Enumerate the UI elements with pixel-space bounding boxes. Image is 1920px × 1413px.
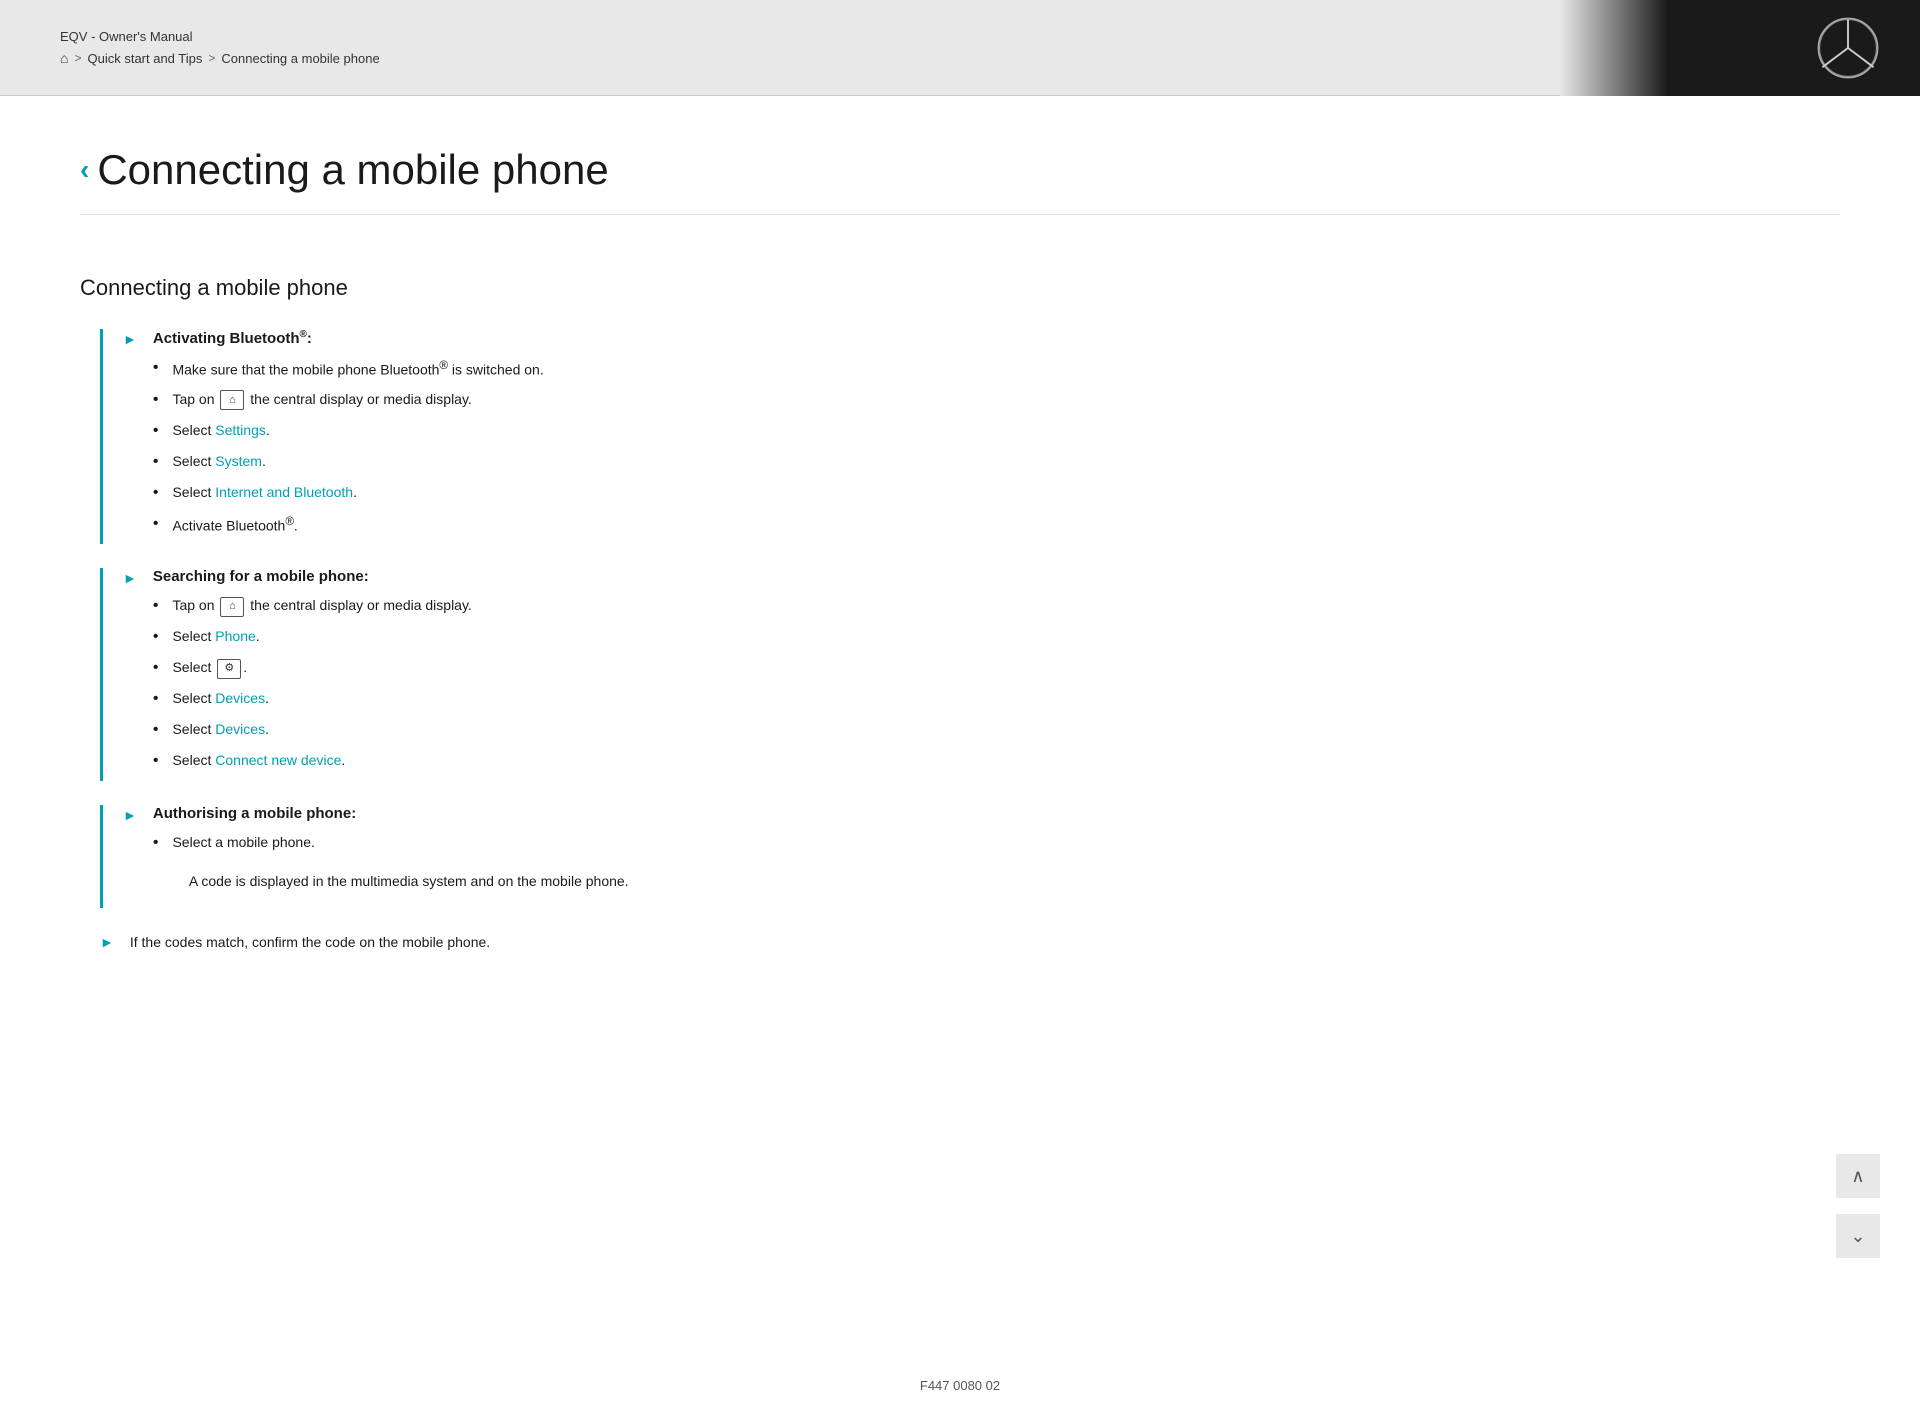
- bullet-text: Tap on ⌂ the central display or media di…: [172, 595, 471, 616]
- step1-container: ► Activating Bluetooth®: Make sure that …: [100, 329, 1840, 544]
- list-item: Select Phone.: [153, 626, 1840, 649]
- list-item: Select ⚙.: [153, 657, 1840, 680]
- page-title: Connecting a mobile phone: [97, 146, 608, 194]
- breadcrumb: ⌂ > Quick start and Tips > Connecting a …: [60, 50, 380, 66]
- step1-arrow: ►: [123, 331, 137, 347]
- list-item: Select Devices.: [153, 719, 1840, 742]
- main-content: ‹ Connecting a mobile phone Connecting a…: [0, 96, 1920, 1358]
- bullet-text: Tap on ⌂ the central display or media di…: [172, 389, 471, 410]
- step4-content: If the codes match, confirm the code on …: [130, 932, 1840, 953]
- step1-sup: ®: [300, 329, 307, 340]
- bullet-text: Select Phone.: [172, 626, 259, 647]
- section-heading: Connecting a mobile phone: [80, 275, 1840, 301]
- bullet-text: Select System.: [172, 451, 265, 472]
- breadcrumb-sep1: >: [74, 51, 81, 65]
- step3-content: Authorising a mobile phone: Select a mob…: [153, 805, 1840, 908]
- list-item: Tap on ⌂ the central display or media di…: [153, 389, 1840, 412]
- page-footer: F447 0080 02: [0, 1358, 1920, 1413]
- step1-content: Activating Bluetooth®: Make sure that th…: [153, 329, 1840, 544]
- gear-icon: ⚙: [217, 659, 241, 679]
- chevron-down-icon: ⌄: [1850, 1226, 1865, 1247]
- step4-arrow: ►: [100, 934, 114, 950]
- step2-container: ► Searching for a mobile phone: Tap on ⌂…: [100, 568, 1840, 781]
- step2-block: ► Searching for a mobile phone: Tap on ⌂…: [123, 568, 1840, 781]
- home-display-icon2: ⌂: [220, 597, 244, 617]
- list-item: Tap on ⌂ the central display or media di…: [153, 595, 1840, 618]
- page-header: EQV - Owner's Manual ⌂ > Quick start and…: [0, 0, 1920, 96]
- bullet-text: Activate Bluetooth®.: [172, 513, 297, 537]
- phone-link[interactable]: Phone: [215, 628, 255, 644]
- bullet-text: Select Devices.: [172, 688, 269, 709]
- home-display-icon: ⌂: [220, 390, 244, 410]
- devices-link1[interactable]: Devices: [215, 690, 265, 706]
- page-title-section: ‹ Connecting a mobile phone: [80, 146, 1840, 215]
- step2-content: Searching for a mobile phone: Tap on ⌂ t…: [153, 568, 1840, 781]
- step3-block: ► Authorising a mobile phone: Select a m…: [123, 805, 1840, 908]
- bullet-text: Make sure that the mobile phone Bluetoot…: [172, 357, 543, 381]
- settings-link[interactable]: Settings: [215, 422, 266, 438]
- step1-title: Activating Bluetooth®:: [153, 329, 1840, 347]
- list-item: Select Settings.: [153, 420, 1840, 443]
- mercedes-logo: [1816, 16, 1880, 80]
- step1-block: ► Activating Bluetooth®: Make sure that …: [123, 329, 1840, 544]
- step1-bullets: Make sure that the mobile phone Bluetoot…: [153, 357, 1840, 536]
- list-item: Select System.: [153, 451, 1840, 474]
- system-link[interactable]: System: [215, 453, 262, 469]
- bullet-text: Select ⚙.: [172, 657, 247, 678]
- bullet-text: Select Devices.: [172, 719, 269, 740]
- step3-arrow: ►: [123, 807, 137, 823]
- step3-title: Authorising a mobile phone:: [153, 805, 1840, 822]
- back-button[interactable]: ‹: [80, 154, 89, 186]
- list-item: Make sure that the mobile phone Bluetoot…: [153, 357, 1840, 381]
- step4-text: If the codes match, confirm the code on …: [130, 934, 490, 950]
- step2-title: Searching for a mobile phone:: [153, 568, 1840, 585]
- step2-bullets: Tap on ⌂ the central display or media di…: [153, 595, 1840, 773]
- list-item: Select Devices.: [153, 688, 1840, 711]
- list-item: Select Connect new device.: [153, 750, 1840, 773]
- breadcrumb-sep2: >: [208, 51, 215, 65]
- footer-code: F447 0080 02: [920, 1378, 1000, 1393]
- scroll-down-button[interactable]: ⌄: [1836, 1214, 1880, 1258]
- list-item: Select Internet and Bluetooth.: [153, 482, 1840, 505]
- list-item: Select a mobile phone.: [153, 832, 1840, 855]
- step3-note: A code is displayed in the multimedia sy…: [153, 871, 1840, 892]
- connect-new-device-link[interactable]: Connect new device: [215, 752, 341, 768]
- step4-block: ► If the codes match, confirm the code o…: [100, 932, 1840, 953]
- step2-arrow: ►: [123, 570, 137, 586]
- bullet-text: Select Internet and Bluetooth.: [172, 482, 356, 503]
- home-icon[interactable]: ⌂: [60, 50, 68, 66]
- step3-bullets: Select a mobile phone.: [153, 832, 1840, 855]
- content-area: ► Activating Bluetooth®: Make sure that …: [80, 329, 1840, 953]
- breadcrumb-quickstart[interactable]: Quick start and Tips: [87, 51, 202, 66]
- bullet-text: Select Connect new device.: [172, 750, 345, 771]
- logo-area: [1560, 0, 1920, 96]
- scroll-up-button[interactable]: ∧: [1836, 1154, 1880, 1198]
- header-content: EQV - Owner's Manual ⌂ > Quick start and…: [60, 29, 380, 66]
- list-item: Activate Bluetooth®.: [153, 513, 1840, 537]
- step3-container: ► Authorising a mobile phone: Select a m…: [100, 805, 1840, 908]
- internet-bluetooth-link[interactable]: Internet and Bluetooth: [215, 484, 353, 500]
- bullet-text: Select Settings.: [172, 420, 269, 441]
- manual-title: EQV - Owner's Manual: [60, 29, 380, 44]
- bullet-text: Select a mobile phone.: [172, 832, 314, 853]
- chevron-up-icon: ∧: [1851, 1166, 1864, 1187]
- breadcrumb-current: Connecting a mobile phone: [221, 51, 379, 66]
- devices-link2[interactable]: Devices: [215, 721, 265, 737]
